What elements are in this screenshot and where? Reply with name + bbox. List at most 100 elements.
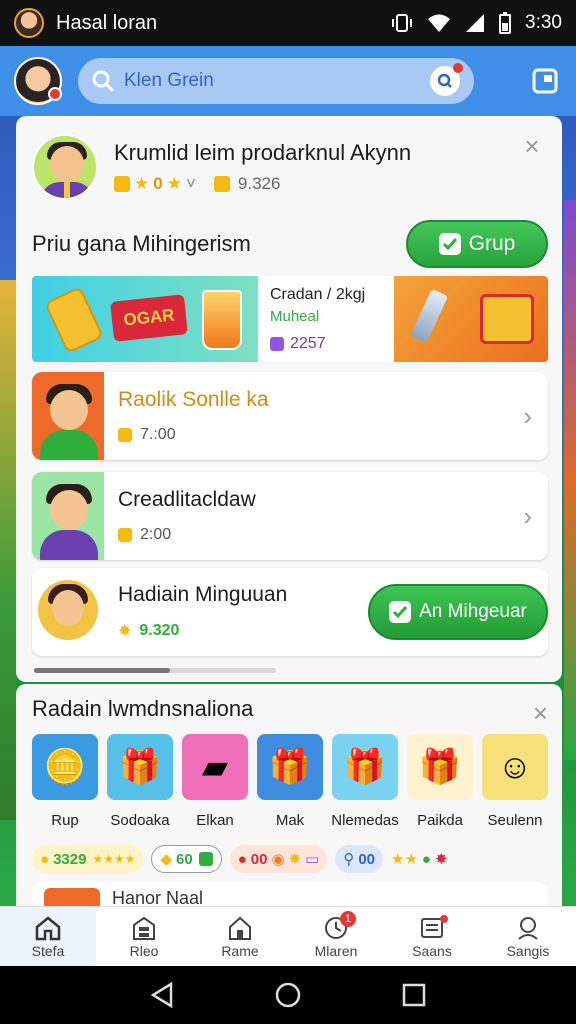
home-icon — [35, 915, 61, 940]
reward-tile[interactable]: 🎁 Paikda — [407, 734, 473, 829]
reward-chip: ● 00 ◉ ✸ ▭ — [229, 845, 328, 873]
close-icon: × — [532, 698, 548, 728]
search-bar[interactable] — [78, 58, 474, 104]
chevron-right-icon[interactable]: › — [523, 501, 532, 532]
ring-icon: ◉ — [271, 851, 285, 868]
smiley-coin-icon: 🪙 — [32, 734, 98, 800]
search-small-icon — [437, 73, 452, 88]
reward-tile[interactable]: 🎁 Nlemedas — [331, 734, 399, 829]
user-avatar[interactable] — [14, 57, 62, 105]
grup-button[interactable]: Grup — [406, 220, 548, 268]
wifi-icon — [428, 14, 451, 32]
nav-item-home[interactable]: Stefa — [0, 907, 96, 966]
profile-stats: ★ 0 ★ ˅ 9.326 — [114, 174, 411, 194]
status-icons: 3:30 — [391, 12, 562, 34]
drink-icon — [202, 290, 242, 350]
gift-box-icon: 🎁 — [257, 734, 323, 800]
nav-item-clock[interactable]: 1 Mlaren — [288, 907, 384, 966]
row-avatar — [32, 472, 104, 560]
section-header: Priu gana Mihingerism Grup — [32, 220, 548, 268]
reward-tile[interactable]: 🎁 Sodoaka — [107, 734, 173, 829]
search-badge — [453, 63, 463, 73]
inbox-button[interactable] — [528, 64, 562, 98]
reward-chip: ● 3329 ★★★★ — [32, 845, 144, 873]
burst-icon: ✸ — [434, 851, 448, 868]
rewards-close-button[interactable]: × — [533, 698, 548, 729]
reward-tile[interactable]: ▰ Elkan — [182, 734, 248, 829]
nav-item-profile[interactable]: Sangis — [480, 907, 576, 966]
scrollbar-thumb[interactable] — [34, 668, 170, 673]
tile-label: Paikda — [417, 812, 463, 829]
gold-counter: ★ 0 ★ ˅ — [114, 174, 196, 194]
list-item[interactable]: Raolik Sonlle ka 7.:00 › — [32, 372, 548, 460]
nav-item-list[interactable]: Saans — [384, 907, 480, 966]
notification-dot — [440, 915, 448, 923]
notification-dot — [48, 87, 62, 101]
profile-row: Krumlid leim prodarknul Akynn ★ 0 ★ ˅ 9.… — [32, 131, 546, 202]
tile-label: Nlemedas — [331, 812, 399, 829]
coin-stack-icon — [213, 176, 230, 192]
promo-banner[interactable]: OGAR Cradan / 2kgj Muheal 2257 — [32, 276, 548, 362]
close-button[interactable]: × — [518, 131, 546, 161]
reward-tile[interactable]: 🪙 Rup — [32, 734, 98, 829]
inbox-icon — [532, 68, 558, 94]
system-nav-bar — [0, 966, 576, 1024]
avatar-icon: ☺ — [482, 734, 548, 800]
gift-box-icon — [480, 294, 534, 344]
row-title: Hanor Naal — [112, 888, 204, 906]
row-avatar — [32, 568, 104, 656]
sword-icon — [409, 288, 449, 344]
background-decoration-left — [0, 280, 16, 820]
gold-bar-icon — [44, 286, 104, 354]
search-icon — [92, 70, 114, 92]
reward-tiles: 🪙 Rup 🎁 Sodoaka ▰ Elkan 🎁 Mak 🎁 Nlemedas 🎁 Pai… — [32, 734, 548, 829]
back-icon[interactable] — [149, 981, 175, 1009]
nav-item-house[interactable]: Rame — [192, 907, 288, 966]
reward-tile[interactable]: 🎁 Mak — [257, 734, 323, 829]
banner-image-left: OGAR — [32, 276, 258, 362]
horizontal-scrollbar[interactable] — [34, 668, 276, 673]
key-icon: ⚲ — [343, 851, 355, 868]
ruby-icon: ● — [237, 850, 247, 868]
main-panel: Krumlid leim prodarknul Akynn ★ 0 ★ ˅ 9.… — [16, 116, 562, 682]
coin-icon: ● — [40, 850, 50, 868]
grup-button-label: Grup — [468, 232, 516, 255]
gold-bar-icon — [114, 176, 130, 192]
tile-label: Elkan — [196, 812, 234, 829]
reward-chip: ⚲ 00 — [335, 845, 383, 873]
claim-button[interactable]: An Mihgeuar — [368, 584, 548, 640]
house-icon — [229, 916, 251, 940]
recents-icon[interactable] — [401, 982, 427, 1008]
list-item[interactable]: Hanor Naal — [32, 882, 548, 906]
list-item[interactable]: Creadlitacldaw 2:00 › — [32, 472, 548, 560]
home-circle-icon[interactable] — [274, 981, 302, 1009]
chevron-right-icon[interactable]: › — [523, 401, 532, 432]
notification-badge: 1 — [340, 911, 356, 927]
reward-chip: ★★ ● ✸ — [391, 845, 448, 873]
nav-item-shop[interactable]: Rleo — [96, 907, 192, 966]
bottom-nav: Stefa Rleo Rame 1 Mlaren Saans Sangis — [0, 906, 576, 966]
row-title: Creadlitacldaw — [118, 488, 256, 511]
reward-tile[interactable]: ☺ Seulenn — [482, 734, 548, 829]
app-header — [0, 46, 576, 116]
gift-box-icon: 🎁 — [107, 734, 173, 800]
profile-avatar[interactable] — [32, 134, 98, 200]
claim-button-label: An Mihgeuar — [419, 601, 527, 622]
nav-label: Stefa — [31, 942, 65, 959]
search-action-button[interactable] — [430, 63, 463, 96]
banner-image-right — [394, 276, 548, 362]
section-title: Priu gana Mihingerism — [32, 231, 251, 256]
chevron-down-icon[interactable]: ˅ — [186, 174, 196, 194]
star-icon: ★ — [166, 174, 182, 193]
shop-icon — [133, 916, 155, 940]
status-time: 3:30 — [525, 12, 562, 33]
background-decoration-right — [564, 200, 576, 760]
search-input[interactable] — [124, 70, 424, 92]
tile-label: Mak — [275, 812, 305, 829]
battery-icon — [499, 12, 512, 34]
gold-gift-icon: 🎁 — [407, 734, 473, 800]
gold-count: 0 — [153, 174, 163, 193]
row-amount: 2:00 — [118, 526, 256, 544]
tile-label: Rup — [51, 812, 79, 829]
coin-icon — [118, 428, 132, 442]
